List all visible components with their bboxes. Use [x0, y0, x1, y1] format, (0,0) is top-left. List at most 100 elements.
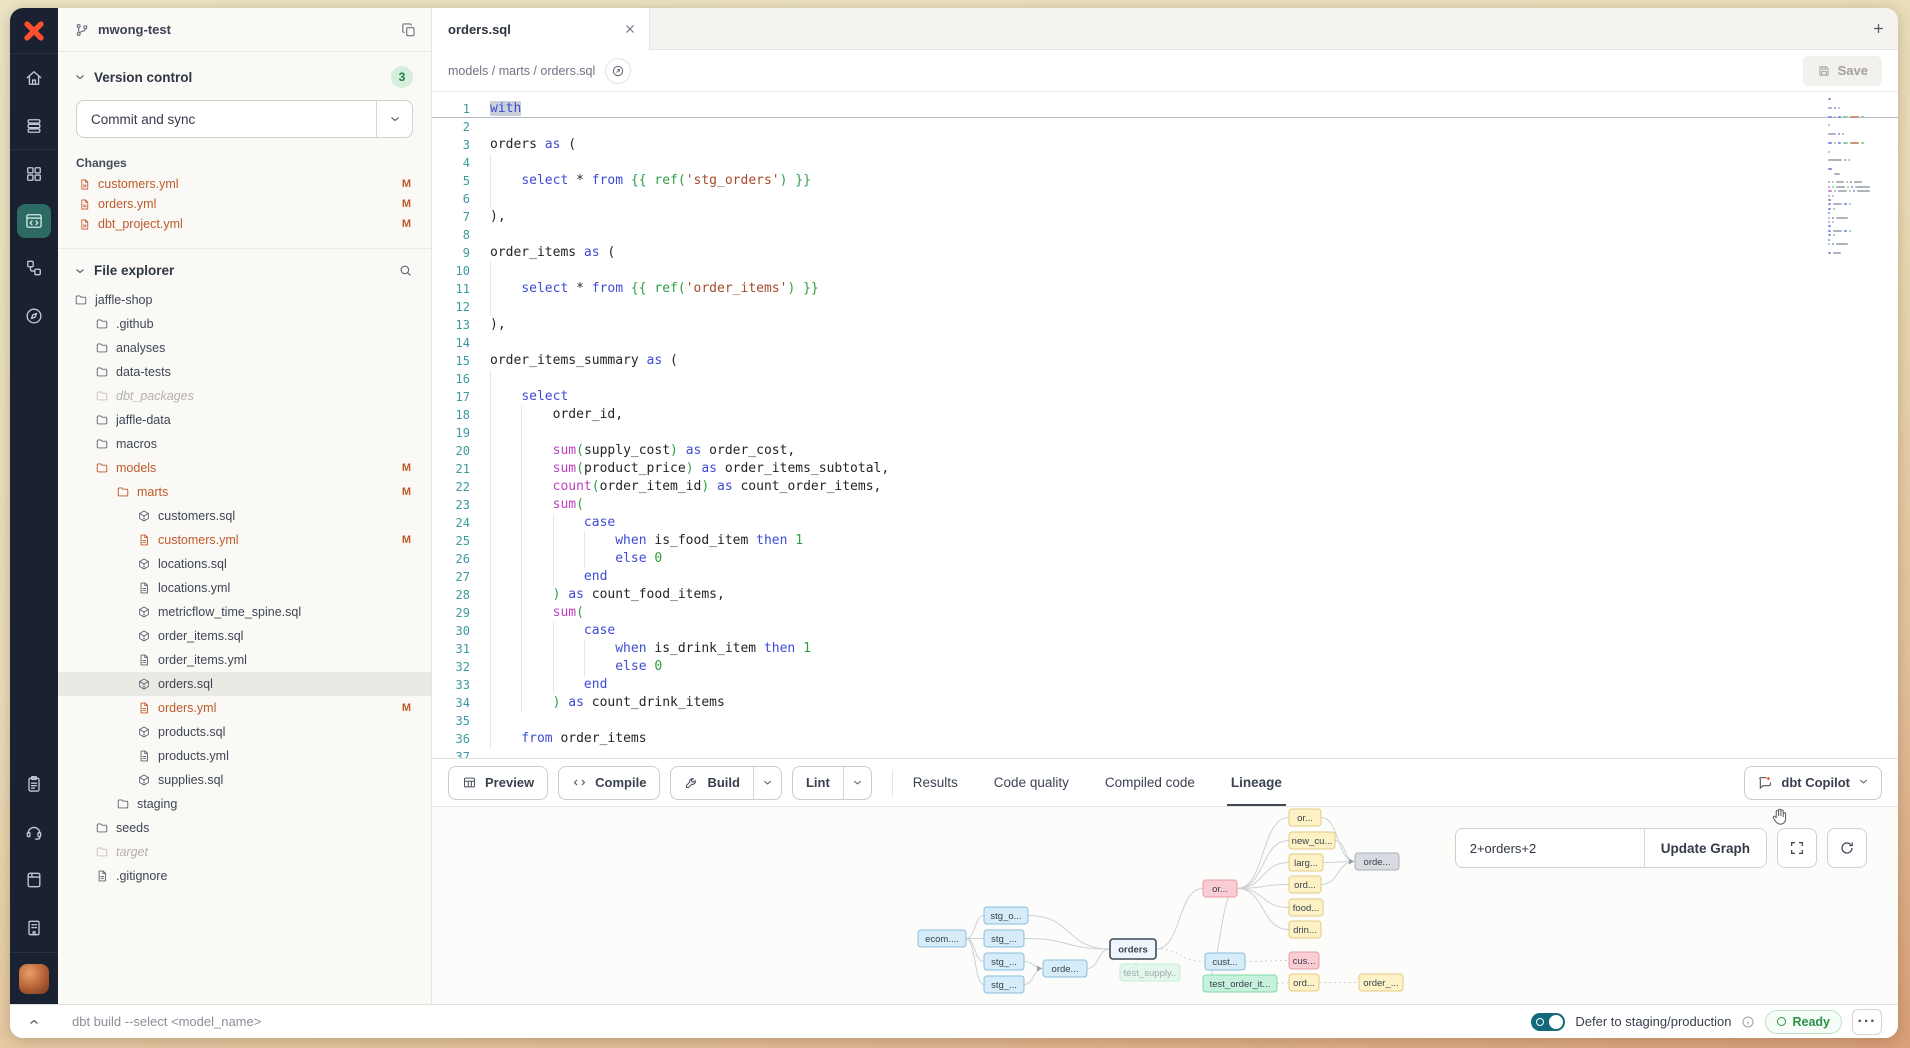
- code-line-4[interactable]: 4: [432, 154, 1898, 172]
- code-line-14[interactable]: 14: [432, 334, 1898, 352]
- tree-item-.gitignore[interactable]: .gitignore: [58, 864, 431, 888]
- dbt-logo[interactable]: [10, 8, 58, 54]
- tree-item-seeds[interactable]: seeds: [58, 816, 431, 840]
- tree-item-supplies.sql[interactable]: supplies.sql: [58, 768, 431, 792]
- code-line-37[interactable]: 37: [432, 748, 1898, 758]
- code-line-19[interactable]: 19: [432, 424, 1898, 442]
- code-line-18[interactable]: 18 order_id,: [432, 406, 1898, 424]
- commit-and-sync-button[interactable]: Commit and sync: [76, 100, 413, 138]
- command-input[interactable]: [72, 1014, 492, 1029]
- code-line-33[interactable]: 33 end: [432, 676, 1898, 694]
- code-line-29[interactable]: 29 sum(: [432, 604, 1898, 622]
- tree-item-marts[interactable]: martsM: [58, 480, 431, 504]
- code-line-1[interactable]: 1with: [432, 100, 1898, 118]
- dbt-copilot-button[interactable]: dbt Copilot: [1744, 766, 1882, 800]
- code-line-31[interactable]: 31 when is_drink_item then 1: [432, 640, 1898, 658]
- tree-item-customers.sql[interactable]: customers.sql: [58, 504, 431, 528]
- user-avatar[interactable]: [19, 964, 49, 994]
- lineage-node-y2[interactable]: new_cu...: [1289, 832, 1335, 849]
- lineage-node-stg4[interactable]: stg_...: [984, 976, 1024, 993]
- nav-home[interactable]: [10, 54, 58, 102]
- lint-button[interactable]: Lint: [792, 766, 872, 800]
- code-line-22[interactable]: 22 count(order_item_id) as count_order_i…: [432, 478, 1898, 496]
- status-ready-badge[interactable]: Ready: [1765, 1010, 1842, 1034]
- nav-support[interactable]: [10, 808, 58, 856]
- lineage-node-tsup[interactable]: test_supply..: [1120, 964, 1180, 981]
- tab-code-quality[interactable]: Code quality: [994, 759, 1069, 806]
- lineage-node-ecom[interactable]: ecom....: [918, 930, 966, 947]
- lineage-node-y4[interactable]: ord...: [1289, 876, 1321, 893]
- nav-environments[interactable]: [10, 150, 58, 198]
- lineage-node-stg3[interactable]: stg_...: [984, 953, 1024, 970]
- refresh-icon[interactable]: [1827, 828, 1867, 868]
- code-line-8[interactable]: 8: [432, 226, 1898, 244]
- code-line-21[interactable]: 21 sum(product_price) as order_items_sub…: [432, 460, 1898, 478]
- code-line-7[interactable]: 7),: [432, 208, 1898, 226]
- nav-organization[interactable]: [10, 904, 58, 952]
- code-line-36[interactable]: 36 from order_items: [432, 730, 1898, 748]
- tree-item-locations.sql[interactable]: locations.sql: [58, 552, 431, 576]
- lineage-node-y3[interactable]: larg...: [1289, 854, 1323, 871]
- code-line-26[interactable]: 26 else 0: [432, 550, 1898, 568]
- lineage-node-tord[interactable]: test_order_it...: [1203, 975, 1277, 992]
- code-line-16[interactable]: 16: [432, 370, 1898, 388]
- search-icon[interactable]: [398, 263, 413, 278]
- tab-lineage[interactable]: Lineage: [1231, 759, 1282, 806]
- code-line-28[interactable]: 28 ) as count_food_items,: [432, 586, 1898, 604]
- code-line-2[interactable]: 2: [432, 118, 1898, 136]
- save-button[interactable]: Save: [1803, 56, 1882, 86]
- code-line-35[interactable]: 35: [432, 712, 1898, 730]
- lineage-node-cusp[interactable]: cus...: [1289, 952, 1319, 969]
- tree-item-macros[interactable]: macros: [58, 432, 431, 456]
- editor-minimap[interactable]: [1828, 98, 1886, 260]
- lineage-node-y8[interactable]: order_...: [1359, 974, 1403, 991]
- update-graph-button[interactable]: Update Graph: [1644, 829, 1766, 867]
- lineage-node-orders[interactable]: orders: [1110, 939, 1156, 959]
- chevron-up-icon[interactable]: [22, 1010, 46, 1034]
- code-line-23[interactable]: 23 sum(: [432, 496, 1898, 514]
- lineage-node-y7[interactable]: ord...: [1289, 974, 1319, 991]
- code-editor[interactable]: 1with23orders as (45 select * from {{ re…: [432, 92, 1898, 758]
- tree-item-products.yml[interactable]: products.yml: [58, 744, 431, 768]
- lineage-selector-input[interactable]: [1456, 829, 1644, 867]
- code-line-34[interactable]: 34 ) as count_drink_items: [432, 694, 1898, 712]
- code-line-20[interactable]: 20 sum(supply_cost) as order_cost,: [432, 442, 1898, 460]
- lineage-node-orp[interactable]: or...: [1203, 880, 1237, 897]
- build-button[interactable]: Build: [670, 766, 782, 800]
- tree-item-metricflow-time-spine.sql[interactable]: metricflow_time_spine.sql: [58, 600, 431, 624]
- tree-item-order-items.sql[interactable]: order_items.sql: [58, 624, 431, 648]
- code-line-17[interactable]: 17 select: [432, 388, 1898, 406]
- code-line-10[interactable]: 10: [432, 262, 1898, 280]
- tree-item-models[interactable]: modelsM: [58, 456, 431, 480]
- code-line-32[interactable]: 32 else 0: [432, 658, 1898, 676]
- nav-tasks[interactable]: [10, 760, 58, 808]
- tree-item-target[interactable]: target: [58, 840, 431, 864]
- tree-item-jaffle-shop[interactable]: jaffle-shop: [58, 288, 431, 312]
- commit-dropdown-toggle[interactable]: [376, 101, 412, 137]
- fullscreen-icon[interactable]: [1777, 828, 1817, 868]
- tree-item-orders.sql[interactable]: orders.sql: [58, 672, 431, 696]
- nav-explore[interactable]: [10, 292, 58, 340]
- changed-file-orders.yml[interactable]: orders.ymlM: [58, 194, 431, 214]
- tab-orders-sql[interactable]: orders.sql: [432, 8, 650, 50]
- file-explorer-header[interactable]: File explorer: [58, 249, 431, 288]
- lineage-node-cust[interactable]: cust...: [1205, 953, 1245, 970]
- build-dropdown-toggle[interactable]: [753, 767, 781, 799]
- tab-compiled-code[interactable]: Compiled code: [1105, 759, 1195, 806]
- copy-icon[interactable]: [401, 22, 417, 38]
- defer-toggle[interactable]: [1531, 1013, 1565, 1031]
- open-in-lineage-icon[interactable]: [605, 58, 631, 84]
- code-line-3[interactable]: 3orders as (: [432, 136, 1898, 154]
- code-line-11[interactable]: 11 select * from {{ ref('order_items') }…: [432, 280, 1898, 298]
- code-line-9[interactable]: 9order_items as (: [432, 244, 1898, 262]
- tree-item-orders.yml[interactable]: orders.ymlM: [58, 696, 431, 720]
- changed-file-customers.yml[interactable]: customers.ymlM: [58, 174, 431, 194]
- changed-file-dbt_project.yml[interactable]: dbt_project.ymlM: [58, 214, 431, 234]
- compile-button[interactable]: Compile: [558, 766, 660, 800]
- code-line-13[interactable]: 13),: [432, 316, 1898, 334]
- lint-dropdown-toggle[interactable]: [843, 767, 871, 799]
- nav-orchestrate[interactable]: [10, 244, 58, 292]
- nav-develop[interactable]: [10, 198, 58, 244]
- code-line-24[interactable]: 24 case: [432, 514, 1898, 532]
- lineage-node-stg2[interactable]: stg_...: [984, 930, 1024, 947]
